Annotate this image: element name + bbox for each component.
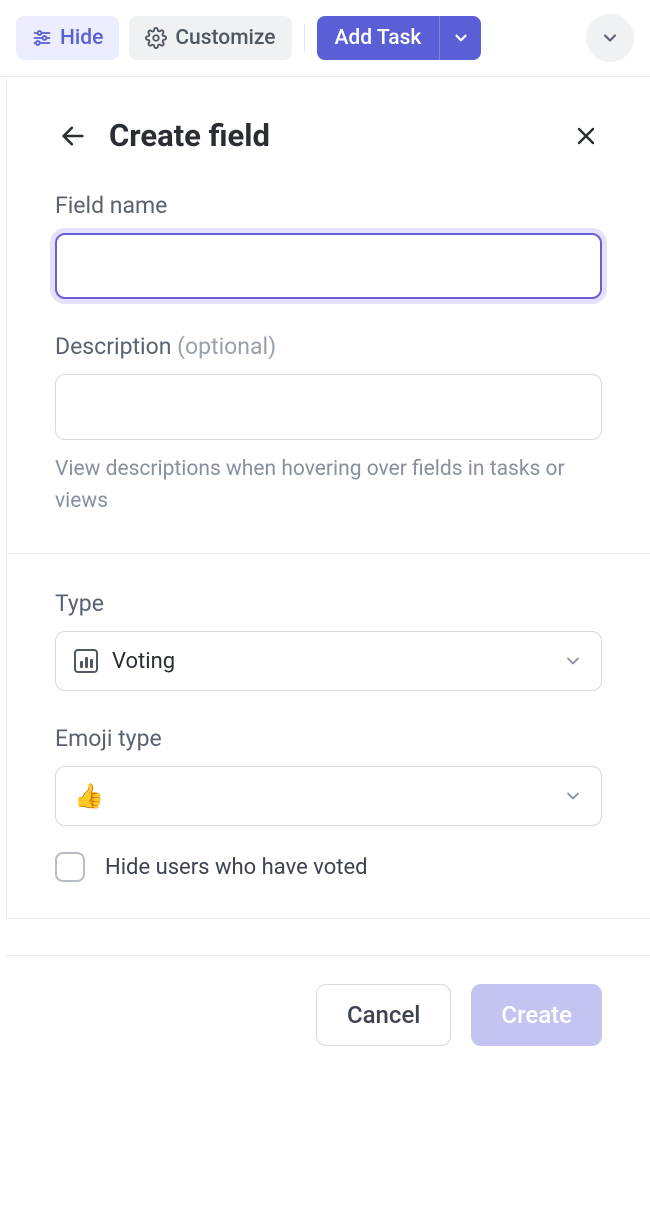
add-task-dropdown-button[interactable]: [439, 16, 481, 60]
divider: [7, 918, 650, 919]
gear-icon: [145, 27, 167, 49]
description-section: Description (optional) View descriptions…: [55, 333, 602, 517]
field-name-section: Field name: [55, 192, 602, 299]
add-task-label: Add Task: [335, 26, 422, 50]
chevron-down-icon: [563, 651, 583, 671]
customize-button[interactable]: Customize: [129, 16, 291, 60]
hide-voters-row: Hide users who have voted: [55, 852, 602, 882]
field-name-label: Field name: [55, 192, 602, 219]
back-button[interactable]: [55, 118, 91, 154]
type-section: Type Voting: [55, 590, 602, 691]
chevron-down-icon: [563, 786, 583, 806]
close-button[interactable]: [570, 120, 602, 152]
arrow-left-icon: [59, 122, 87, 150]
create-field-panel: Create field Field name Description (opt…: [6, 77, 650, 919]
type-value: Voting: [112, 649, 175, 674]
hide-label: Hide: [60, 26, 103, 50]
chevron-down-icon: [452, 29, 470, 47]
emoji-type-label: Emoji type: [55, 725, 602, 752]
add-task-group: Add Task: [317, 16, 482, 60]
voting-icon: [74, 649, 98, 673]
description-helper: View descriptions when hovering over fie…: [55, 454, 602, 517]
emoji-type-select[interactable]: 👍: [55, 766, 602, 826]
create-button[interactable]: Create: [471, 984, 602, 1046]
divider: [7, 553, 650, 554]
optional-hint: (optional): [177, 333, 276, 360]
emoji-type-section: Emoji type 👍 Hide users who have voted: [55, 725, 602, 882]
type-label: Type: [55, 590, 602, 617]
cancel-button[interactable]: Cancel: [316, 984, 451, 1046]
more-options-button[interactable]: [586, 14, 634, 62]
hide-voters-checkbox[interactable]: [55, 852, 85, 882]
add-task-button[interactable]: Add Task: [317, 16, 440, 60]
panel-header: Create field: [55, 117, 602, 154]
description-label: Description (optional): [55, 333, 602, 360]
thumbs-up-icon: 👍: [74, 782, 104, 810]
close-icon: [574, 124, 598, 148]
sliders-icon: [32, 28, 52, 48]
chevron-down-icon: [600, 28, 620, 48]
customize-label: Customize: [175, 26, 275, 50]
hide-button[interactable]: Hide: [16, 16, 119, 60]
hide-voters-label: Hide users who have voted: [105, 855, 368, 880]
separator: [304, 24, 305, 52]
page-title: Create field: [109, 117, 270, 154]
toolbar: Hide Customize Add Task: [0, 0, 650, 77]
field-name-input[interactable]: [55, 233, 602, 299]
panel-footer: Cancel Create: [6, 955, 650, 1074]
type-select[interactable]: Voting: [55, 631, 602, 691]
description-input[interactable]: [55, 374, 602, 440]
